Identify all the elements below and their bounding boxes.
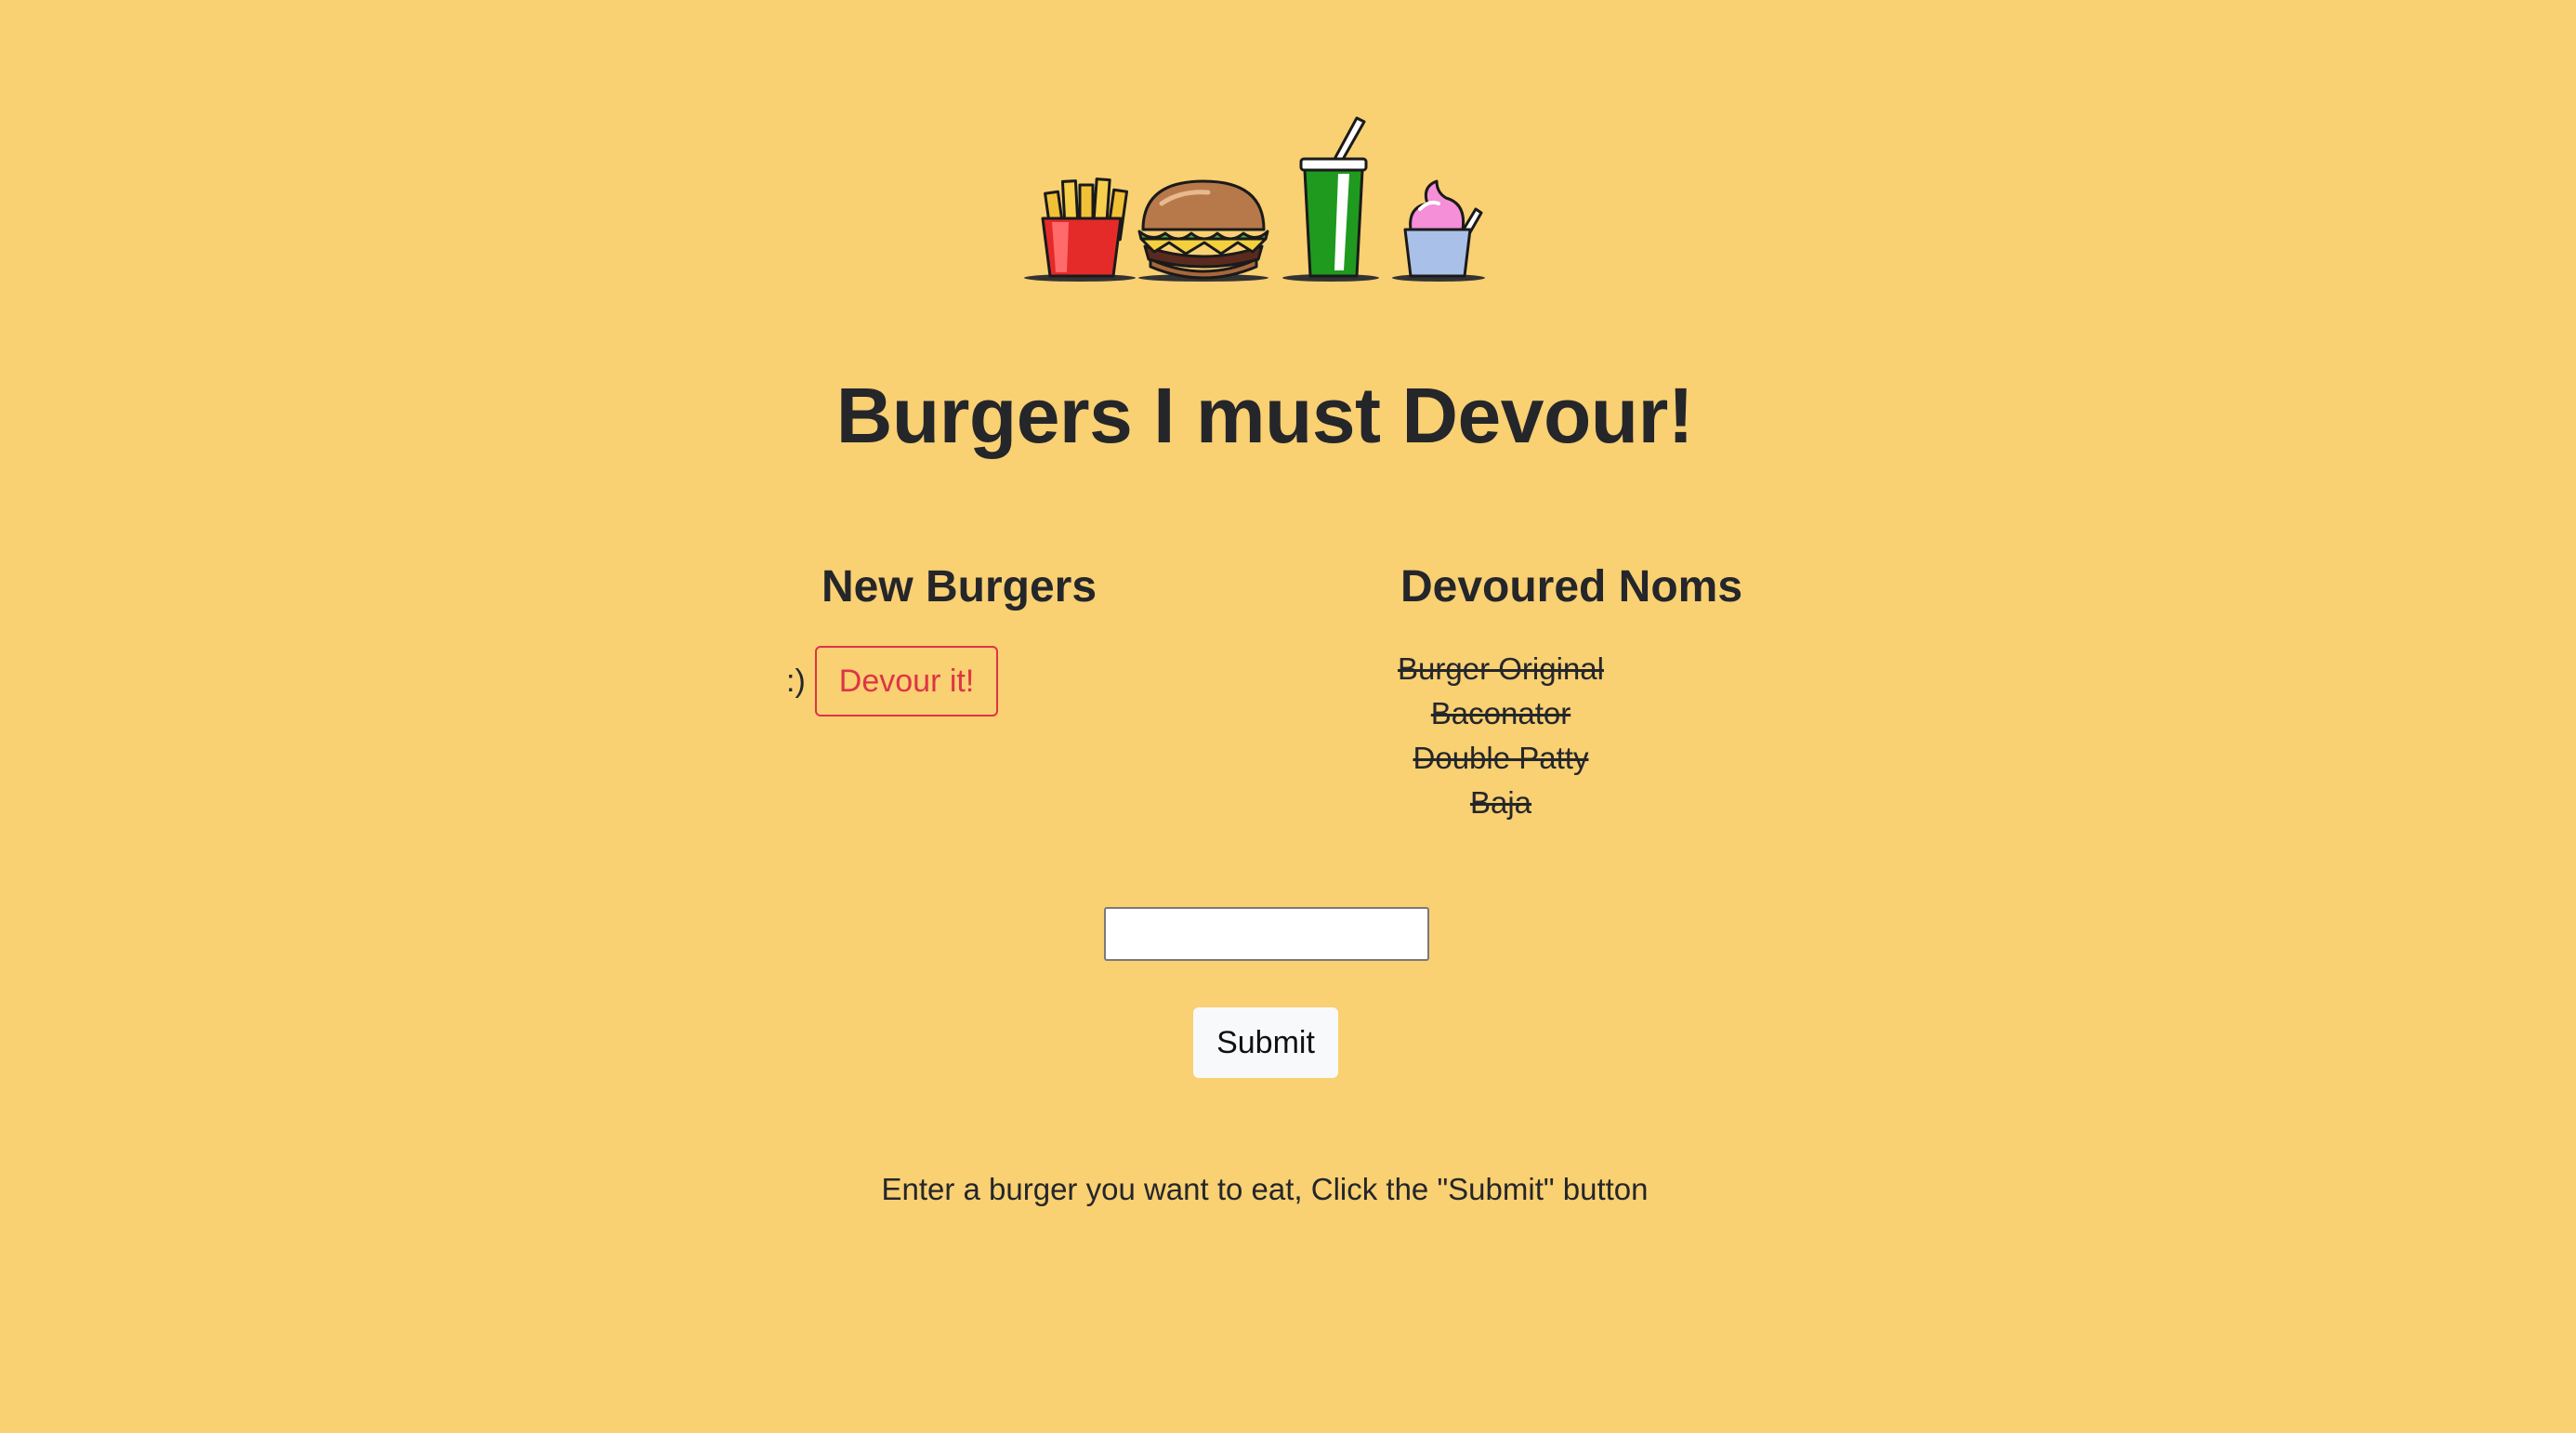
devour-it-button[interactable]: Devour it! [814,646,999,716]
soda-cup-icon [1282,116,1379,282]
fries-icon [1024,177,1136,282]
new-burger-name: :) [786,663,806,699]
new-burgers-heading: New Burgers [821,562,1097,611]
devoured-item: Baja [1469,785,1532,820]
submit-button[interactable]: Submit [1193,1007,1338,1078]
devoured-list: Burger Original Baconator Double Patty B… [1315,647,1687,825]
devoured-item: Baconator [1430,696,1571,730]
devoured-item: Double Patty [1413,741,1589,775]
burger-icon [1137,179,1269,282]
food-illustration [1024,116,1485,282]
page-title: Burgers I must Devour! [835,372,1694,459]
devoured-noms-heading: Devoured Noms [1400,562,1743,611]
ice-cream-icon [1392,179,1485,282]
devoured-item: Burger Original [1398,651,1604,686]
new-burger-item: :) Devour it! [786,645,999,717]
burger-name-input[interactable] [1104,907,1429,961]
instructions-text: Enter a burger you want to eat, Click th… [881,1172,1649,1206]
